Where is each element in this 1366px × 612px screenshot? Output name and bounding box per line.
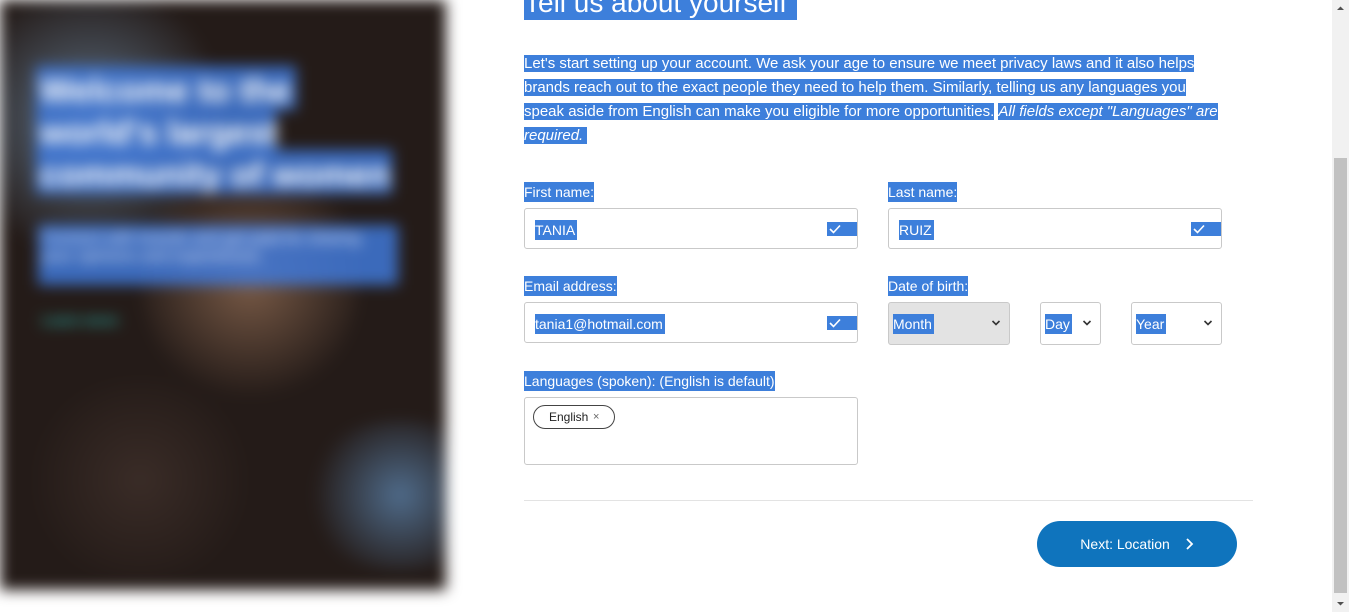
first-name-field[interactable]: TANIA [524,208,858,249]
remove-chip-icon[interactable]: × [593,406,599,428]
next-location-button[interactable]: Next: Location [1037,521,1237,567]
dob-year-value: Year [1136,314,1167,334]
hero-image: Welcome to the world's largest community… [0,0,446,590]
hero-glow [20,380,260,580]
email-label: Email address: [524,276,617,296]
dob-label: Date of birth: [888,276,969,296]
hero-link[interactable]: Learn more [42,312,118,328]
first-name-value: TANIA [535,220,578,240]
last-name-label: Last name: [888,182,958,202]
next-button-label: Next: Location [1080,536,1170,552]
hero-headline: Welcome to the world's largest community… [40,72,390,194]
chevron-down-icon [991,320,1001,326]
check-icon [827,222,857,236]
dob-year-select[interactable]: Year [1131,302,1222,345]
divider [524,500,1253,501]
page-title: Tell us about yourself [524,0,798,20]
scroll-thumb[interactable] [1334,158,1347,593]
email-value: tania1@hotmail.com [535,314,665,334]
first-name-label: First name: [524,182,595,202]
dob-month-select[interactable]: Month [888,302,1010,345]
languages-input[interactable]: English × [524,397,858,465]
chevron-down-icon [1203,320,1213,326]
language-chip-label: English [549,410,589,424]
email-field[interactable]: tania1@hotmail.com [524,302,858,343]
dob-day-value: Day [1045,314,1072,334]
hero-glow [300,420,446,570]
check-icon [827,316,857,330]
check-icon [1191,222,1221,236]
hero-subtext: Connect with brands and get paid for sha… [42,230,361,265]
intro-paragraph: Let's start setting up your account. We … [524,52,1224,148]
language-chip[interactable]: English × [533,405,615,429]
chevron-right-icon [1186,538,1193,550]
scroll-up-icon[interactable] [1332,0,1349,17]
last-name-value: RUIZ [899,220,934,240]
dob-month-value: Month [893,314,934,334]
chevron-down-icon [1082,320,1092,326]
languages-label: Languages (spoken): (English is default) [524,371,775,391]
scroll-down-icon[interactable] [1332,595,1349,612]
scrollbar[interactable] [1332,0,1349,612]
last-name-field[interactable]: RUIZ [888,208,1222,249]
dob-day-select[interactable]: Day [1040,302,1101,345]
